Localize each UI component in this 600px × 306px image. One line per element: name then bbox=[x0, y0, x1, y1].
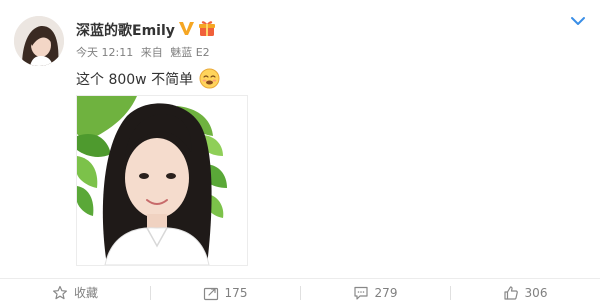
like-button[interactable]: 306 bbox=[450, 279, 600, 306]
repost-button[interactable]: 175 bbox=[150, 279, 300, 306]
chevron-down-icon[interactable] bbox=[570, 15, 586, 27]
comment-button[interactable]: 279 bbox=[300, 279, 450, 306]
photo-image bbox=[77, 96, 247, 265]
like-count: 306 bbox=[524, 285, 548, 300]
avatar[interactable] bbox=[14, 16, 64, 66]
post-text-container: 这个 800w 不简单 bbox=[76, 68, 220, 89]
repost-count: 175 bbox=[224, 285, 248, 300]
favorite-button[interactable]: 收藏 bbox=[0, 279, 150, 306]
avatar-image bbox=[14, 16, 64, 66]
gift-icon[interactable] bbox=[198, 19, 216, 37]
thumbs-up-icon bbox=[503, 285, 518, 300]
vip-v-icon[interactable] bbox=[178, 20, 195, 36]
post-time[interactable]: 今天 12:11 bbox=[76, 46, 133, 59]
action-bar: 收藏 175 279 306 bbox=[0, 278, 600, 306]
comment-icon bbox=[353, 286, 368, 300]
source-prefix: 来自 bbox=[140, 46, 163, 59]
comment-count: 279 bbox=[374, 285, 398, 300]
favorite-label: 收藏 bbox=[73, 286, 98, 300]
post-text: 这个 800w 不简单 bbox=[76, 71, 194, 88]
repost-icon bbox=[203, 287, 218, 300]
post-photo[interactable] bbox=[76, 95, 248, 266]
sweat-smile-emoji bbox=[199, 68, 220, 89]
username[interactable]: 深蓝的歌Emily bbox=[76, 20, 175, 40]
star-icon bbox=[52, 285, 67, 299]
post-source[interactable]: 魅蓝 E2 bbox=[170, 46, 209, 59]
post-meta: 今天 12:11 来自 魅蓝 E2 bbox=[76, 44, 214, 60]
